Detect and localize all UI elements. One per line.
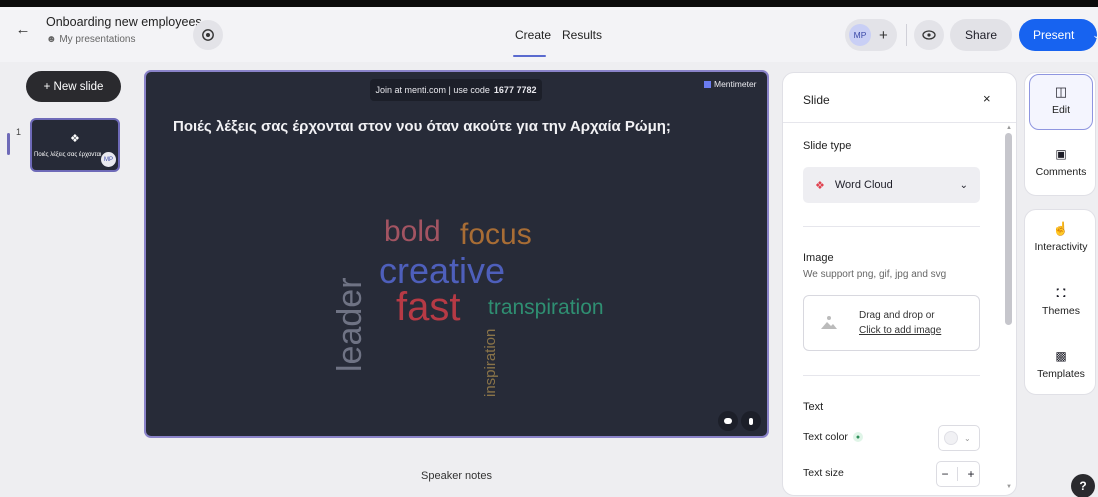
divider — [783, 122, 1016, 123]
person-icon — [749, 417, 753, 425]
chevron-down-icon[interactable]: ⌄ — [1092, 30, 1098, 41]
color-status-icon: ● — [853, 432, 863, 442]
sidebar-item-label: Edit — [1051, 104, 1071, 116]
add-collaborator-icon[interactable]: + — [879, 27, 888, 44]
close-icon[interactable]: × — [983, 91, 991, 106]
themes-icon: ⛚ — [1056, 285, 1066, 300]
scrollbar-thumb[interactable] — [1005, 133, 1012, 325]
sidebar-item-templates[interactable]: ▩ Templates — [1027, 349, 1095, 380]
divider — [906, 24, 907, 46]
speaker-notes[interactable]: Speaker notes — [144, 470, 769, 482]
preview-button[interactable] — [914, 20, 944, 50]
sidebar-item-themes[interactable]: ⛚ Themes — [1027, 285, 1095, 318]
word-cloud-word: fast — [396, 285, 461, 329]
present-button[interactable]: Present ⌄ — [1019, 19, 1098, 51]
comment-icon: ▣ — [1055, 147, 1067, 161]
slide-thumbnail[interactable]: ❖ Ποιές λέξεις σας έρχονται MP — [30, 118, 120, 172]
active-tab-indicator — [513, 55, 546, 57]
text-size-label: Text size — [803, 467, 844, 479]
mentimeter-logo-icon — [704, 80, 711, 88]
word-cloud-word: focus — [460, 218, 532, 251]
word-cloud-word: transpiration — [488, 296, 604, 319]
divider — [803, 226, 980, 227]
sidebar-item-edit[interactable]: ◫ Edit — [1027, 84, 1095, 117]
breadcrumb[interactable]: ☻ My presentations — [46, 34, 135, 45]
slide-number: 1 — [16, 127, 22, 137]
help-button[interactable]: ? — [1071, 474, 1095, 497]
text-size-stepper: − + — [936, 461, 980, 487]
text-color-picker[interactable]: ⌄ — [938, 425, 980, 451]
eye-icon — [922, 30, 936, 40]
sidebar-item-comments[interactable]: ▣ Comments — [1027, 147, 1095, 178]
tab-create[interactable]: Create — [515, 28, 551, 42]
word-cloud-word: leader — [331, 277, 369, 372]
image-dropzone[interactable]: Drag and drop or Click to add image — [803, 295, 980, 351]
image-placeholder-icon — [821, 316, 837, 329]
tab-results[interactable]: Results — [562, 28, 602, 42]
sidebar-item-label: Themes — [1042, 305, 1080, 317]
sidebar-item-label: Interactivity — [1034, 241, 1088, 253]
color-swatch — [944, 431, 958, 445]
present-label: Present — [1033, 28, 1075, 42]
back-arrow-icon[interactable]: ← — [14, 21, 32, 39]
mentimeter-logo: Mentimeter — [704, 79, 757, 89]
stepper-divider — [957, 467, 959, 481]
interactivity-icon: ☝ — [1052, 221, 1070, 236]
divider — [803, 375, 980, 376]
chevron-down-icon: ⌄ — [964, 433, 971, 443]
slide-thumbnail-title: Ποιές λέξεις σας έρχονται — [34, 152, 102, 158]
collaborators[interactable]: MP + — [845, 19, 897, 51]
join-code: 1677 7782 — [493, 85, 537, 95]
window-top-bar — [0, 0, 1098, 7]
slide-type-select[interactable]: ❖ Word Cloud ⌄ — [803, 167, 980, 203]
active-slide-marker — [7, 133, 10, 155]
word-cloud-icon: ❖ — [70, 133, 80, 145]
chevron-down-icon: ⌄ — [959, 179, 968, 191]
chat-icon — [724, 418, 732, 424]
join-text: Join at menti.com | use code — [375, 85, 490, 95]
user-icon: ☻ — [46, 34, 57, 45]
slide-question[interactable]: Ποιές λέξεις σας έρχονται στον νου όταν … — [173, 118, 671, 135]
drop-text: Drag and drop or — [859, 310, 935, 321]
word-cloud-word: inspiration — [482, 328, 499, 397]
sidebar-item-label: Templates — [1037, 368, 1085, 380]
settings-icon — [202, 29, 214, 41]
edit-panel-icon: ◫ — [1054, 84, 1068, 99]
text-color-label: Text color — [803, 431, 848, 443]
breadcrumb-label: My presentations — [59, 34, 136, 45]
panel-title: Slide — [803, 93, 830, 107]
word-cloud-icon: ❖ — [815, 179, 825, 192]
join-instructions: Join at menti.com | use code 1677 7782 — [370, 79, 542, 101]
slide-type-label: Slide type — [803, 140, 852, 152]
avatar: MP — [849, 24, 871, 46]
templates-icon: ▩ — [1055, 349, 1067, 363]
text-section-label: Text — [803, 401, 824, 413]
image-label: Image — [803, 252, 834, 264]
decrease-text-size-button[interactable]: − — [941, 467, 948, 481]
settings-button[interactable] — [193, 20, 223, 50]
slide-type-value: Word Cloud — [834, 179, 893, 191]
participants-toggle[interactable] — [741, 411, 761, 431]
sidebar-item-label: Comments — [1035, 166, 1087, 178]
thumbnail-avatar: MP — [101, 152, 116, 167]
share-button[interactable]: Share — [950, 19, 1012, 51]
new-slide-button[interactable]: + New slide — [26, 71, 121, 102]
image-support-text: We support png, gif, jpg and svg — [803, 269, 947, 280]
increase-text-size-button[interactable]: + — [967, 467, 974, 481]
brand-label: Mentimeter — [714, 79, 757, 89]
add-image-link[interactable]: Click to add image — [859, 325, 941, 336]
sidebar-item-interactivity[interactable]: ☝ Interactivity — [1027, 221, 1095, 254]
scroll-up-icon[interactable]: ▲ — [1006, 125, 1012, 131]
scroll-down-icon[interactable]: ▼ — [1006, 484, 1012, 490]
word-cloud-word: bold — [384, 215, 441, 248]
comments-toggle[interactable] — [718, 411, 738, 431]
word-cloud-word: creative — [379, 250, 506, 291]
presentation-title[interactable]: Onboarding new employees — [46, 15, 202, 29]
